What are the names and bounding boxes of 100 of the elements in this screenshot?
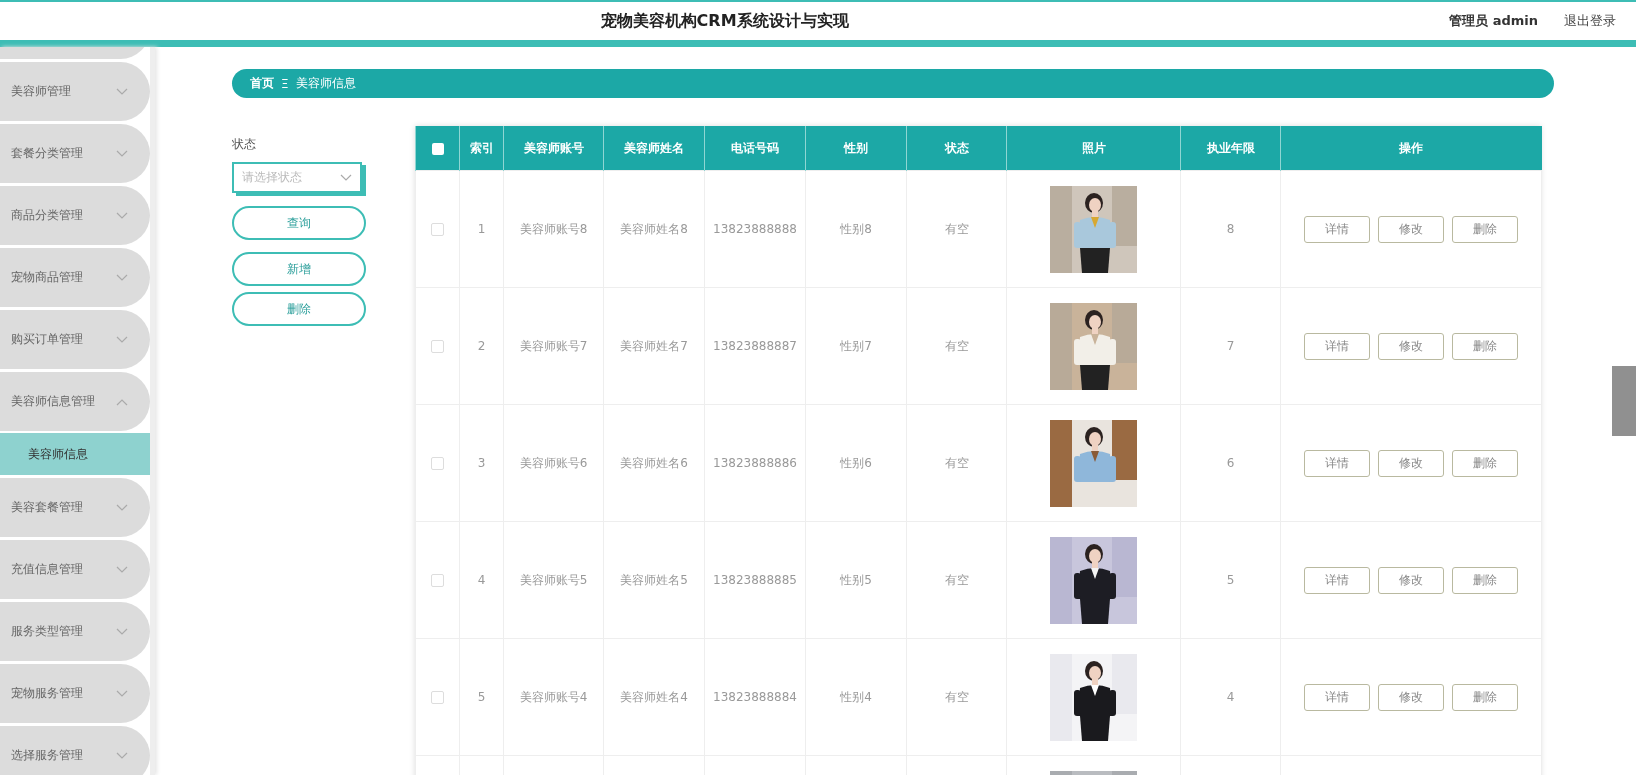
row-action-button[interactable]: 删除 — [1452, 332, 1518, 360]
table-cell: 有空 — [944, 572, 969, 587]
table-cell: 美容师账号6 — [519, 455, 588, 470]
table-cell: 1 — [477, 222, 486, 236]
sidebar-item[interactable]: 美容师管理 — [0, 62, 150, 121]
table-cell: 13823888888 — [713, 222, 797, 236]
table-cell: 性别6 — [840, 455, 872, 470]
table-cell: 有空 — [944, 221, 969, 236]
breadcrumb-home[interactable]: 首页 — [250, 75, 274, 92]
sidebar-item[interactable]: 套餐分类管理 — [0, 124, 150, 183]
table-cell: 13823888887 — [713, 339, 797, 353]
table-cell: 2 — [477, 339, 486, 353]
sidebar-item[interactable]: 服务类型管理 — [0, 602, 150, 661]
row-action-button[interactable]: 详情 — [1304, 683, 1370, 711]
sidebar-subitem[interactable]: 美容师信息 — [0, 433, 150, 475]
table-cell: 8 — [1226, 222, 1235, 236]
table-cell: 性别8 — [840, 221, 872, 236]
column-header: 执业年限 — [1206, 140, 1255, 155]
chevron-down-icon — [116, 565, 128, 574]
table-cell: 美容师姓名4 — [620, 689, 688, 704]
table-cell: 有空 — [944, 338, 969, 353]
table-cell: 美容师账号5 — [519, 572, 588, 587]
action-button[interactable]: 删除 — [232, 292, 366, 326]
sidebar-item[interactable]: 美容套餐管理 — [0, 478, 150, 537]
row-action-button[interactable]: 详情 — [1304, 566, 1370, 594]
sidebar-item[interactable]: 商品分类管理 — [0, 186, 150, 245]
table-cell: 有空 — [944, 689, 969, 704]
table-cell: 美容师账号7 — [519, 338, 588, 353]
table-cell: 性别4 — [840, 689, 872, 704]
table-cell: 13823888884 — [713, 690, 797, 704]
table-cell: 性别5 — [840, 572, 872, 587]
row-action-button[interactable]: 修改 — [1378, 449, 1444, 477]
sidebar-item[interactable]: 美容师信息管理 — [0, 372, 150, 431]
table-cell: 6 — [1226, 456, 1235, 470]
row-action-button[interactable]: 详情 — [1304, 449, 1370, 477]
row-action-button[interactable]: 删除 — [1452, 449, 1518, 477]
chevron-down-icon — [116, 503, 128, 512]
table-cell: 性别7 — [840, 338, 872, 353]
column-header: 照片 — [1081, 140, 1106, 155]
sidebar-item[interactable]: 宠物商品管理 — [0, 248, 150, 307]
table-cell: 13823888885 — [713, 573, 797, 587]
row-action-button[interactable]: 详情 — [1304, 215, 1370, 243]
action-button[interactable]: 查询 — [232, 206, 366, 240]
table-cell: 美容师姓名5 — [620, 572, 688, 587]
app-title: 宠物美容机构CRM系统设计与实现 — [599, 10, 850, 32]
chevron-down-icon — [116, 335, 128, 344]
table-cell: 5 — [477, 690, 486, 704]
table-cell: 美容师姓名6 — [620, 455, 688, 470]
chevron-down-icon — [116, 211, 128, 220]
chevron-down-icon — [116, 273, 128, 282]
table-cell: 7 — [1226, 339, 1235, 353]
table-cell: 有空 — [944, 455, 969, 470]
sidebar-item[interactable]: 宠物服务管理 — [0, 664, 150, 723]
chevron-down-icon — [340, 173, 352, 182]
row-action-button[interactable]: 修改 — [1378, 566, 1444, 594]
column-header: 状态 — [944, 140, 969, 155]
column-header: 索引 — [469, 140, 494, 155]
chevron-down-icon — [116, 689, 128, 698]
user-label: 管理员 admin — [1449, 12, 1538, 30]
logout-link[interactable]: 退出登录 — [1564, 12, 1616, 30]
column-header: 美容师姓名 — [624, 140, 684, 155]
scrollbar-thumb[interactable] — [1612, 366, 1636, 436]
row-action-button[interactable]: 删除 — [1452, 566, 1518, 594]
sidebar-item[interactable]: 充值信息管理 — [0, 540, 150, 599]
column-header: 性别 — [844, 140, 868, 155]
action-button[interactable]: 新增 — [232, 252, 366, 286]
column-header: 操作 — [1399, 140, 1424, 155]
table-cell: 5 — [1226, 573, 1235, 587]
row-action-button[interactable]: 删除 — [1452, 683, 1518, 711]
sidebar-item[interactable]: 选择服务管理 — [0, 726, 150, 775]
chevron-up-icon — [116, 397, 128, 406]
row-action-button[interactable]: 删除 — [1452, 215, 1518, 243]
column-header: 电话号码 — [731, 140, 779, 155]
column-header: 美容师账号 — [523, 140, 584, 155]
sidebar-item[interactable]: 购买订单管理 — [0, 310, 150, 369]
chevron-down-icon — [116, 751, 128, 760]
table-cell: 4 — [477, 573, 486, 587]
row-action-button[interactable]: 修改 — [1378, 683, 1444, 711]
table-cell: 3 — [477, 456, 486, 470]
row-checkbox[interactable] — [431, 691, 444, 704]
table-cell: 4 — [1226, 690, 1235, 704]
row-checkbox[interactable] — [431, 223, 444, 236]
table-cell: 美容师账号8 — [519, 221, 588, 236]
chevron-down-icon — [116, 627, 128, 636]
row-action-button[interactable]: 修改 — [1378, 215, 1444, 243]
table-cell: 美容师姓名8 — [620, 221, 688, 236]
breadcrumb-current: 美容师信息 — [295, 75, 356, 92]
table-cell: 美容师账号4 — [519, 689, 588, 704]
table-cell: 13823888886 — [713, 456, 797, 470]
chevron-down-icon — [116, 149, 128, 158]
row-action-button[interactable]: 详情 — [1304, 332, 1370, 360]
table-cell: 美容师姓名7 — [620, 338, 688, 353]
row-checkbox[interactable] — [431, 457, 444, 470]
breadcrumb-separator: Ξ — [281, 76, 289, 91]
row-checkbox[interactable] — [431, 340, 444, 353]
chevron-down-icon — [116, 87, 128, 96]
row-checkbox[interactable] — [431, 574, 444, 587]
status-label: 状态 — [232, 136, 257, 153]
row-action-button[interactable]: 修改 — [1378, 332, 1444, 360]
select-all-checkbox[interactable] — [431, 142, 444, 155]
